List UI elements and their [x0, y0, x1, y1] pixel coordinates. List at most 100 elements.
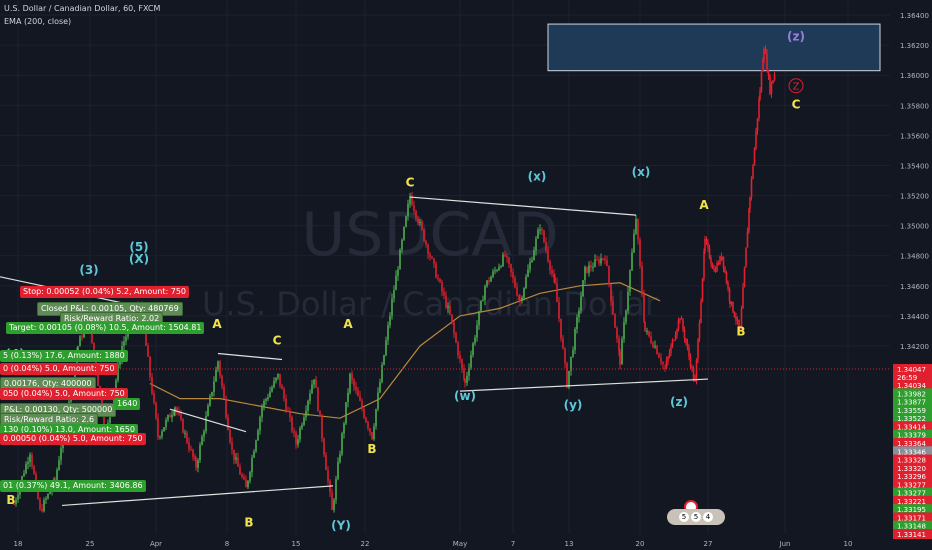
trade-label[interactable]: 0 (0.04%) 5.0, Amount: 750 [0, 363, 118, 375]
candle-body [478, 311, 480, 326]
projection-candle-body [707, 242, 709, 248]
candle-body [241, 474, 243, 477]
trade-label[interactable]: 0.00050 (0.04%) 5.0, Amount: 750 [0, 433, 146, 445]
candle-body [429, 254, 431, 258]
candle-body [289, 411, 291, 417]
wave-label: B [367, 442, 376, 456]
wave-label: (x) [632, 165, 651, 179]
wave-label: B [6, 493, 15, 507]
trade-label[interactable]: 5 (0.13%) 17.6, Amount: 1880 [0, 350, 128, 362]
candle-body [654, 345, 656, 348]
candle-body [221, 375, 223, 387]
price-axis[interactable]: 1.36400 1.36200 1.36000 1.35800 1.35600 1.354… [890, 0, 932, 550]
chart-title[interactable]: U.S. Dollar / Canadian Dollar, 60, FXCM [4, 4, 160, 13]
projection-candle-body [682, 319, 684, 330]
projection-candle-body [736, 319, 739, 321]
candle-body [58, 460, 60, 471]
candle-body [235, 457, 237, 460]
candle-body [333, 499, 335, 510]
price-chart[interactable]: USDCAD U.S. Dollar / Canadian Dollar (3)… [0, 0, 932, 550]
projection-candle-body [760, 71, 763, 92]
candle-body [566, 363, 568, 388]
candle-body [347, 392, 349, 403]
time-tick: 18 [14, 540, 23, 548]
projection-candle-body [733, 312, 736, 318]
candle-body [510, 264, 512, 273]
trade-label[interactable]: 1640 [114, 398, 141, 410]
candle-body [472, 343, 474, 356]
candle-body [217, 361, 219, 370]
candle-body [203, 431, 205, 437]
candle-body [257, 430, 259, 441]
projection-candle-body [714, 269, 717, 272]
candle-body [498, 266, 500, 271]
candle-body [43, 499, 45, 512]
candle-body [525, 276, 527, 289]
candle-body [461, 359, 463, 369]
candle-body [586, 266, 588, 273]
candle-body [190, 449, 192, 451]
projection-candle-body [664, 367, 666, 369]
candle-body [359, 396, 361, 401]
candle-body [445, 295, 447, 308]
candle-body [251, 457, 253, 473]
time-tick: Jun [779, 540, 791, 548]
candle-body [371, 432, 373, 440]
wave-label: (x) [528, 170, 547, 184]
candle-body [313, 379, 315, 385]
candle-body [459, 355, 461, 360]
projection-candle-body [719, 256, 721, 265]
price-tick: 1.36400 [900, 12, 929, 20]
projection-candle-body [713, 268, 715, 270]
candle-body [317, 387, 319, 411]
projection-candle-body [670, 345, 672, 353]
candle-body [625, 310, 627, 323]
candle-body [229, 429, 231, 443]
candle-body [39, 498, 41, 509]
candle-body [323, 438, 325, 455]
time-axis[interactable]: 18 25 Apr 8 15 22 May 7 13 20 27 Jun 10 [0, 534, 890, 550]
candle-body [646, 330, 648, 332]
candle-body [455, 333, 457, 343]
candle-body [283, 389, 285, 399]
candle-body [267, 397, 269, 399]
wave-label: A [343, 317, 353, 331]
candle-body [543, 230, 545, 243]
trade-label[interactable]: 050 (0.04%) 5.0, Amount: 750 [0, 388, 128, 400]
candle-body [616, 327, 618, 339]
wave-label: A [212, 317, 222, 331]
price-tick: 1.35200 [900, 193, 929, 201]
candle-body [476, 325, 478, 338]
projection-candle-body [673, 340, 675, 342]
candle-body [588, 265, 590, 273]
candle-body [635, 219, 637, 234]
candle-body [261, 406, 263, 418]
projection-candle-body [755, 131, 757, 149]
projection-candle-body [730, 301, 733, 304]
projection-candle-body [716, 263, 718, 272]
candle-body [155, 402, 157, 419]
target-zone[interactable] [547, 23, 881, 72]
candle-body [594, 259, 596, 267]
card-3: 4 [703, 512, 713, 522]
projection-candle-body [724, 267, 726, 273]
projection-candle-body [676, 329, 678, 336]
trade-label[interactable]: Target: 0.00105 (0.08%) 10.5, Amount: 15… [6, 322, 205, 334]
candle-body [337, 462, 339, 480]
candle-body [466, 375, 468, 383]
indicator-label[interactable]: EMA (200, close) [4, 17, 71, 26]
candle-body [427, 244, 429, 255]
projection-candle-body [683, 329, 686, 339]
candle-body [363, 409, 365, 418]
projection-candle-body [742, 286, 744, 309]
time-tick: 10 [844, 540, 853, 548]
projection-candle-body [689, 356, 692, 367]
cards-badge[interactable]: 5 5 4 [667, 509, 725, 525]
projection-candle-body [728, 288, 731, 301]
candle-body [277, 373, 279, 378]
trade-label[interactable]: Stop: 0.00052 (0.04%) 5.2, Amount: 750 [20, 286, 190, 298]
candle-body [303, 417, 305, 425]
target-zone-rect [547, 23, 881, 72]
trade-label[interactable]: 01 (0.37%) 49.1, Amount: 3406.86 [0, 480, 146, 492]
price-tag-label: 1.33141 [897, 531, 926, 539]
